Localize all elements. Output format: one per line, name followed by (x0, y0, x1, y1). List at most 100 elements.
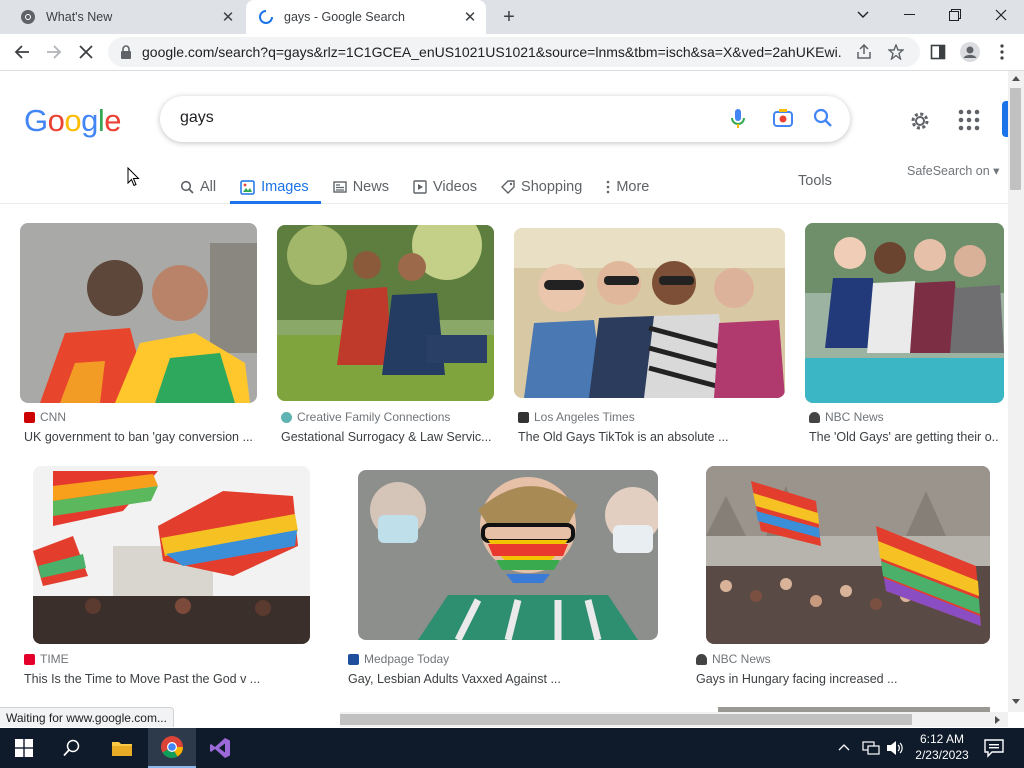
address-bar[interactable]: google.com/search?q=gays&rlz=1C1GCEA_enU… (108, 37, 920, 67)
search-input[interactable]: gays (180, 109, 214, 127)
status-bubble: Waiting for www.google.com... (0, 707, 174, 727)
tab-more[interactable]: More (606, 171, 649, 203)
result-source: CNN (24, 410, 66, 424)
source-name: TIME (40, 652, 69, 666)
latimes-favicon-icon (518, 411, 529, 423)
close-window-button[interactable] (978, 0, 1024, 30)
taskbar-search-icon[interactable] (48, 728, 96, 768)
lock-icon[interactable] (120, 45, 132, 59)
tab-images[interactable]: Images (230, 171, 321, 204)
tab-label: Shopping (521, 179, 583, 195)
horizontal-scroll-thumb[interactable] (340, 714, 912, 725)
result-title[interactable]: Gay, Lesbian Adults Vaxxed Against ... (348, 672, 668, 686)
scroll-up-arrow-icon[interactable] (1011, 74, 1021, 82)
loading-spinner-icon (258, 9, 274, 25)
settings-gear-icon[interactable] (908, 109, 932, 133)
result-thumbnail[interactable] (358, 470, 658, 640)
chrome-menu-icon[interactable] (988, 38, 1016, 66)
share-icon[interactable] (856, 37, 872, 67)
close-tab-icon[interactable]: ✕ (460, 7, 480, 27)
nbc-peacock-icon (809, 411, 820, 423)
result-title[interactable]: Gays in Hungary facing increased ... (696, 672, 996, 686)
tab-title: What's New (46, 10, 113, 24)
chrome-taskbar-icon[interactable] (148, 728, 196, 768)
tools-button[interactable]: Tools (798, 173, 832, 189)
bookmark-star-icon[interactable] (888, 37, 904, 67)
tab-news[interactable]: News (332, 171, 389, 203)
result-source: Los Angeles Times (518, 410, 635, 424)
result-thumbnail[interactable] (33, 466, 310, 644)
safesearch-label: SafeSearch on (907, 164, 990, 178)
site-favicon-icon (281, 411, 292, 423)
tab-google-search[interactable]: gays - Google Search ✕ (246, 0, 486, 34)
restore-button[interactable] (932, 0, 978, 30)
result-source: Creative Family Connections (281, 410, 450, 424)
url-text[interactable]: google.com/search?q=gays&rlz=1C1GCEA_enU… (142, 44, 842, 60)
tab-label: All (200, 179, 217, 195)
file-explorer-icon[interactable] (98, 728, 146, 768)
google-apps-icon[interactable] (958, 109, 980, 131)
news-icon (332, 180, 347, 194)
result-thumbnail[interactable] (514, 228, 785, 398)
stop-loading-button[interactable] (72, 38, 100, 66)
result-thumbnail[interactable] (277, 225, 494, 401)
result-title[interactable]: The 'Old Gays' are getting their o... (809, 430, 999, 444)
volume-icon[interactable] (886, 740, 904, 756)
result-title[interactable]: UK government to ban 'gay conversion ... (24, 430, 256, 444)
tab-strip: What's New ✕ gays - Google Search ✕ + (0, 0, 1024, 34)
source-name: Creative Family Connections (297, 410, 451, 424)
result-thumbnail[interactable] (805, 223, 1004, 403)
result-thumbnail[interactable] (706, 466, 990, 644)
vertical-scroll-thumb[interactable] (1010, 88, 1021, 190)
back-button[interactable] (8, 38, 36, 66)
tray-chevron-up-icon[interactable] (838, 743, 850, 751)
notification-center-icon[interactable] (984, 738, 1004, 758)
chrome-icon (20, 9, 36, 25)
result-title[interactable]: The Old Gays TikTok is an absolute ... (518, 430, 784, 444)
result-title[interactable]: Gestational Surrogacy & Law Servic... (281, 430, 493, 444)
visual-studio-icon[interactable] (196, 728, 244, 768)
search-icon[interactable] (812, 107, 834, 129)
tag-icon (501, 180, 515, 194)
source-name: Medpage Today (364, 652, 450, 666)
clock-date: 2/23/2023 (915, 748, 969, 762)
result-source: NBC News (809, 410, 884, 424)
source-name: Los Angeles Times (534, 410, 635, 424)
search-icon (180, 180, 194, 194)
tab-label: News (352, 179, 389, 195)
tab-shopping[interactable]: Shopping (501, 171, 582, 203)
search-type-tabs: All Images News Videos Shopping More (180, 171, 673, 204)
google-header: Google gays All Images News Videos Shopp… (0, 71, 1008, 204)
camera-lens-icon[interactable] (772, 107, 794, 129)
result-thumbnail[interactable] (20, 223, 257, 403)
more-vert-icon (606, 180, 610, 194)
google-logo[interactable]: Google (24, 103, 122, 139)
system-clock[interactable]: 6:12 AM 2/23/2023 (910, 731, 974, 763)
network-icon[interactable] (862, 740, 880, 756)
forward-button[interactable] (40, 38, 68, 66)
minimize-button[interactable] (886, 0, 932, 30)
tab-all[interactable]: All (180, 171, 216, 203)
tab-videos[interactable]: Videos (413, 171, 477, 203)
cnn-favicon-icon (24, 411, 35, 423)
play-icon (413, 180, 427, 194)
tab-label: More (616, 179, 650, 195)
start-button[interactable] (0, 728, 48, 768)
medpage-favicon-icon (348, 653, 359, 665)
windows-logo-icon (15, 739, 33, 757)
safesearch-toggle[interactable]: SafeSearch on ▾ (907, 163, 999, 178)
tab-title: gays - Google Search (284, 10, 405, 24)
image-icon (240, 179, 255, 195)
search-box[interactable]: gays (160, 96, 850, 142)
side-panel-icon[interactable] (924, 38, 952, 66)
scroll-down-arrow-icon[interactable] (1011, 698, 1021, 706)
tab-whats-new[interactable]: What's New ✕ (8, 0, 244, 34)
new-tab-button[interactable]: + (498, 6, 520, 28)
result-title[interactable]: This Is the Time to Move Past the God v … (24, 672, 314, 686)
tab-search-icon[interactable] (840, 0, 886, 30)
close-tab-icon[interactable]: ✕ (218, 7, 238, 27)
browser-toolbar: google.com/search?q=gays&rlz=1C1GCEA_enU… (0, 34, 1024, 71)
profile-avatar-icon[interactable] (956, 38, 984, 66)
scroll-right-arrow-icon[interactable] (994, 715, 1002, 725)
microphone-icon[interactable] (730, 107, 746, 131)
